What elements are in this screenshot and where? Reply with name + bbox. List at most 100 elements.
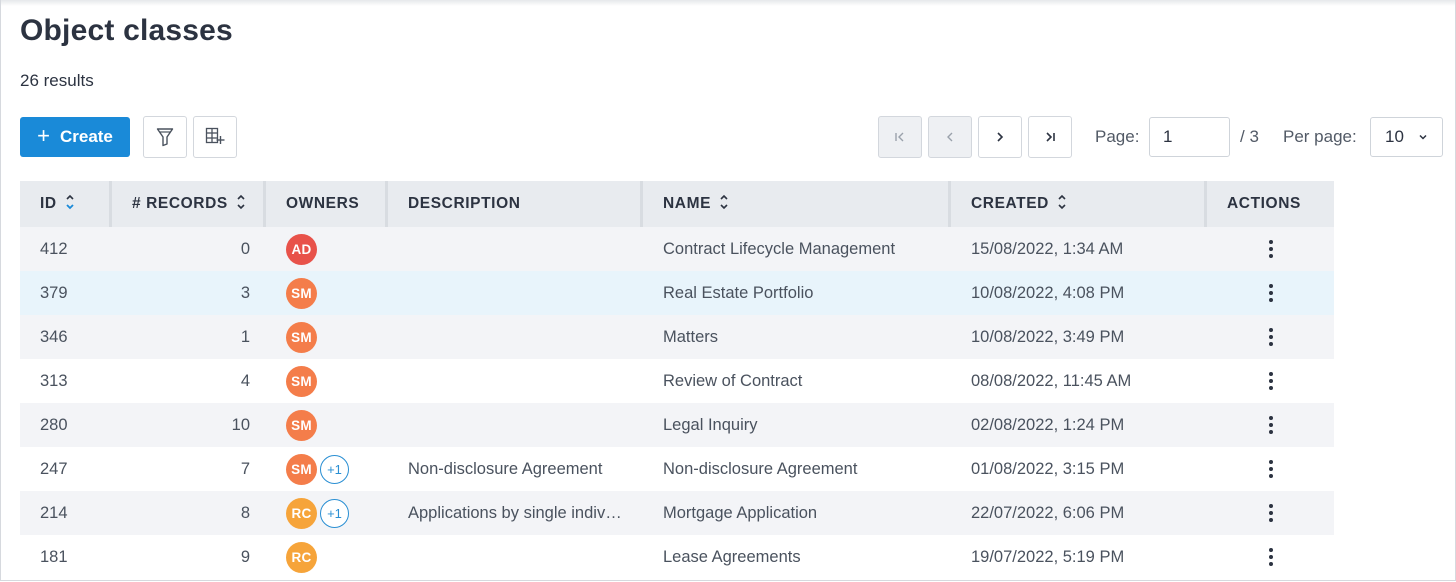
cell-id: 181 bbox=[20, 535, 112, 579]
results-count: 26 results bbox=[20, 71, 94, 90]
cell-owners: RC +1 bbox=[266, 491, 388, 535]
last-page-button[interactable] bbox=[1028, 116, 1072, 158]
create-button-label: Create bbox=[59, 127, 113, 146]
cell-id: 313 bbox=[20, 359, 112, 403]
plus-icon: + bbox=[37, 123, 50, 148]
more-owners-badge[interactable]: +1 bbox=[320, 454, 349, 484]
cell-id: 412 bbox=[20, 227, 112, 271]
more-owners-badge[interactable]: +1 bbox=[320, 498, 349, 528]
cell-name: Real Estate Portfolio bbox=[643, 271, 951, 315]
chevron-down-icon bbox=[1419, 134, 1427, 140]
column-header-owners: OWNERS bbox=[266, 181, 388, 227]
owner-avatar[interactable]: SM bbox=[286, 277, 317, 309]
owner-avatar[interactable]: RC bbox=[286, 541, 317, 573]
cell-actions bbox=[1207, 491, 1334, 535]
cell-created: 22/07/2022, 6:06 PM bbox=[951, 491, 1207, 535]
column-header-description: DESCRIPTION bbox=[388, 181, 643, 227]
kebab-menu-icon[interactable] bbox=[1268, 327, 1274, 347]
cell-actions bbox=[1207, 227, 1334, 271]
cell-records: 9 bbox=[112, 535, 266, 579]
prev-page-button[interactable] bbox=[928, 116, 972, 158]
cell-records: 3 bbox=[112, 271, 266, 315]
cell-description: Applications by single indiv… bbox=[388, 491, 643, 535]
columns-button[interactable] bbox=[193, 116, 237, 158]
object-classes-table: ID # RECORDS OWNERS DESCRIPTION NAME CRE… bbox=[20, 181, 1334, 579]
sort-icon bbox=[237, 195, 245, 210]
owner-avatar[interactable]: SM bbox=[286, 321, 317, 353]
page-total: / 3 bbox=[1240, 127, 1259, 146]
last-page-icon bbox=[1046, 132, 1055, 142]
table-row[interactable]: 379 3 SM Real Estate Portfolio 10/08/2022, 4… bbox=[20, 271, 1334, 315]
table-row[interactable]: 346 1 SM Matters 10/08/2022, 3:49 PM bbox=[20, 315, 1334, 359]
cell-id: 247 bbox=[20, 447, 112, 491]
column-header-created[interactable]: CREATED bbox=[951, 181, 1207, 227]
kebab-menu-icon[interactable] bbox=[1268, 547, 1274, 567]
cell-actions bbox=[1207, 403, 1334, 447]
first-page-icon bbox=[895, 132, 904, 142]
cell-owners: SM bbox=[266, 315, 388, 359]
column-header-id[interactable]: ID bbox=[20, 181, 112, 227]
page-title: Object classes bbox=[20, 14, 233, 47]
first-page-button[interactable] bbox=[878, 116, 922, 158]
cell-actions bbox=[1207, 447, 1334, 491]
cell-description bbox=[388, 271, 643, 315]
cell-name: Non-disclosure Agreement bbox=[643, 447, 951, 491]
cell-id: 346 bbox=[20, 315, 112, 359]
table-row[interactable]: 247 7 SM +1 Non-disclosure Agreement Non-disc… bbox=[20, 447, 1334, 491]
kebab-menu-icon[interactable] bbox=[1268, 459, 1274, 479]
kebab-menu-icon[interactable] bbox=[1268, 239, 1274, 259]
table-row[interactable]: 313 4 SM Review of Contract 08/08/2022, 11:4… bbox=[20, 359, 1334, 403]
per-page-label: Per page: bbox=[1283, 127, 1357, 146]
table-row[interactable]: 181 9 RC Lease Agreements 19/07/2022, 5:19 P… bbox=[20, 535, 1334, 579]
kebab-menu-icon[interactable] bbox=[1268, 503, 1274, 523]
column-header-records[interactable]: # RECORDS bbox=[112, 181, 266, 227]
cell-created: 02/08/2022, 1:24 PM bbox=[951, 403, 1207, 447]
kebab-menu-icon[interactable] bbox=[1268, 283, 1274, 303]
table-row[interactable]: 412 0 AD Contract Lifecycle Management 15/08… bbox=[20, 227, 1334, 271]
per-page-value: 10 bbox=[1385, 127, 1404, 146]
cell-name: Legal Inquiry bbox=[643, 403, 951, 447]
cell-created: 08/08/2022, 11:45 AM bbox=[951, 359, 1207, 403]
cell-created: 10/08/2022, 4:08 PM bbox=[951, 271, 1207, 315]
cell-description bbox=[388, 359, 643, 403]
cell-actions bbox=[1207, 271, 1334, 315]
cell-name: Mortgage Application bbox=[643, 491, 951, 535]
cell-owners: SM bbox=[266, 359, 388, 403]
cell-owners: SM bbox=[266, 271, 388, 315]
cell-owners: SM +1 bbox=[266, 447, 388, 491]
owner-avatar[interactable]: SM bbox=[286, 365, 317, 397]
table-add-column-icon bbox=[205, 127, 225, 144]
cell-description bbox=[388, 535, 643, 579]
owner-avatar[interactable]: SM bbox=[286, 453, 317, 485]
cell-description bbox=[388, 227, 643, 271]
next-page-button[interactable] bbox=[978, 116, 1022, 158]
kebab-menu-icon[interactable] bbox=[1268, 415, 1274, 435]
cell-id: 214 bbox=[20, 491, 112, 535]
cell-actions bbox=[1207, 359, 1334, 403]
owner-avatar[interactable]: RC bbox=[286, 497, 317, 529]
chevron-right-icon bbox=[997, 132, 1004, 142]
kebab-menu-icon[interactable] bbox=[1268, 371, 1274, 391]
cell-description bbox=[388, 403, 643, 447]
filter-button[interactable] bbox=[143, 116, 187, 158]
sort-icon bbox=[720, 195, 728, 210]
cell-name: Contract Lifecycle Management bbox=[643, 227, 951, 271]
page-label: Page: bbox=[1095, 127, 1140, 146]
cell-owners: RC bbox=[266, 535, 388, 579]
cell-actions bbox=[1207, 535, 1334, 579]
column-header-name[interactable]: NAME bbox=[643, 181, 951, 227]
per-page-select[interactable]: 10 bbox=[1370, 117, 1443, 157]
cell-created: 10/08/2022, 3:49 PM bbox=[951, 315, 1207, 359]
page-number-input[interactable] bbox=[1149, 117, 1230, 157]
cell-records: 1 bbox=[112, 315, 266, 359]
cell-owners: AD bbox=[266, 227, 388, 271]
table-row[interactable]: 214 8 RC +1 Applications by single indiv… Mor… bbox=[20, 491, 1334, 535]
table-row[interactable]: 280 10 SM Legal Inquiry 02/08/2022, 1:24 PM bbox=[20, 403, 1334, 447]
cell-owners: SM bbox=[266, 403, 388, 447]
create-button[interactable]: + Create bbox=[20, 117, 130, 157]
column-header-actions: ACTIONS bbox=[1207, 181, 1334, 227]
filter-icon bbox=[156, 128, 174, 147]
cell-name: Lease Agreements bbox=[643, 535, 951, 579]
owner-avatar[interactable]: AD bbox=[286, 233, 317, 265]
owner-avatar[interactable]: SM bbox=[286, 409, 317, 441]
